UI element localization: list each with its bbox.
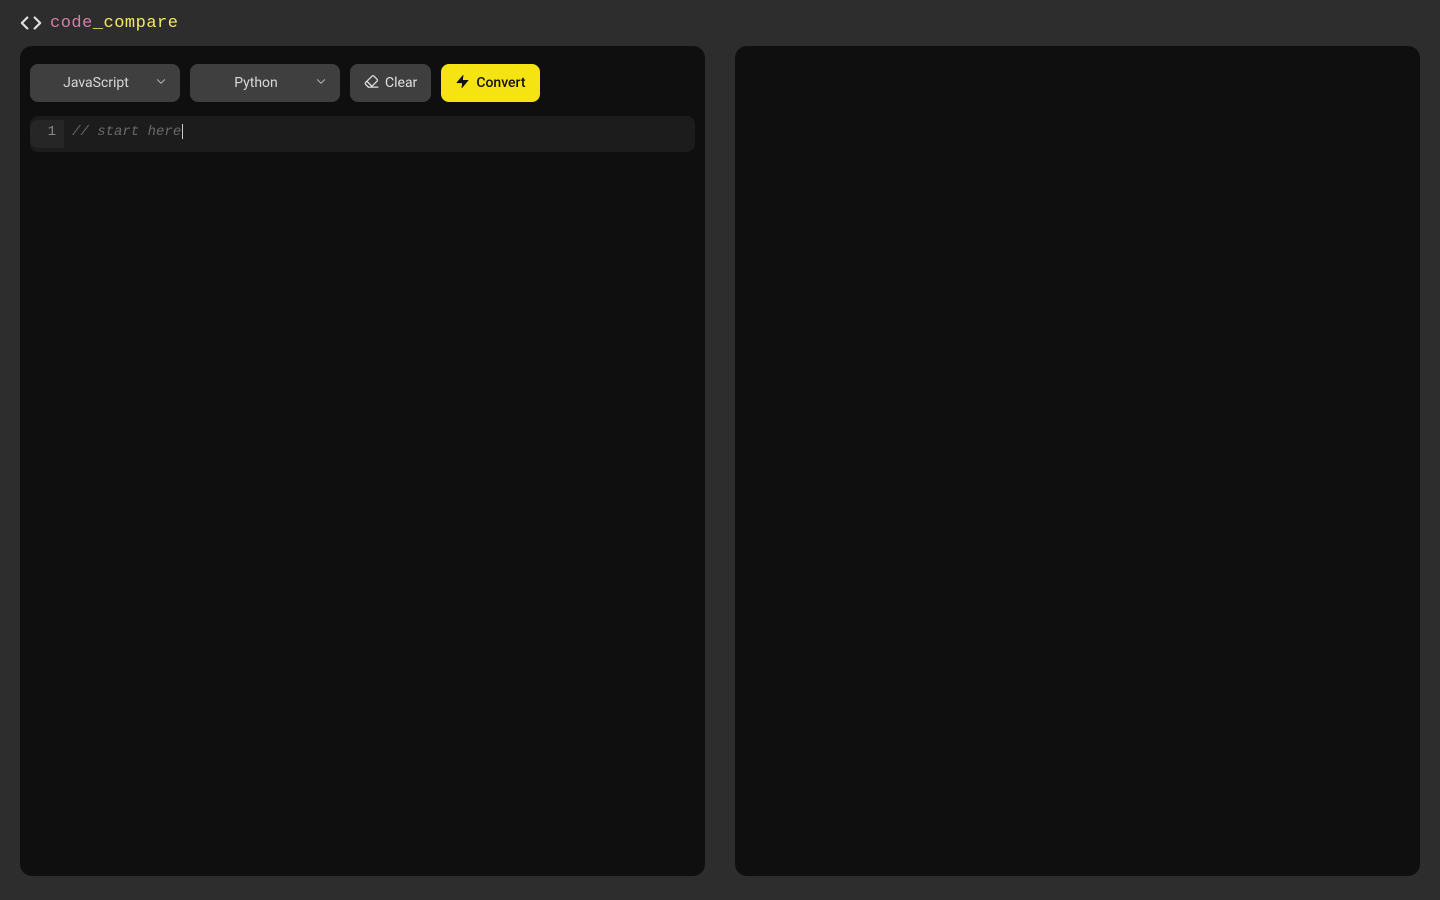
toolbar: JavaScript Python [30, 64, 695, 116]
output-panel [735, 46, 1420, 876]
app-title-part1: code [50, 14, 93, 33]
source-panel: JavaScript Python [20, 46, 705, 876]
main-content: JavaScript Python [0, 46, 1440, 896]
line-gutter: 1 [30, 120, 64, 148]
source-language-value: JavaScript [63, 75, 129, 91]
source-language-select[interactable]: JavaScript [30, 64, 180, 102]
code-input-area[interactable]: // start here [64, 120, 695, 148]
eraser-icon [364, 74, 379, 93]
line-number: 1 [30, 124, 56, 140]
app-title-underscore: _ [93, 14, 104, 33]
target-language-select[interactable]: Python [190, 64, 340, 102]
text-cursor [182, 124, 183, 139]
code-editor[interactable]: 1 // start here [30, 116, 695, 152]
code-brackets-icon [20, 12, 42, 34]
clear-button[interactable]: Clear [350, 64, 431, 102]
app-title-part2: compare [104, 14, 179, 33]
clear-button-label: Clear [385, 75, 417, 91]
editor-placeholder: // start here [72, 124, 181, 140]
target-language-value: Python [234, 75, 278, 91]
target-language-select-wrap: Python [190, 64, 340, 102]
app-header: code_compare [0, 0, 1440, 46]
convert-button[interactable]: Convert [441, 64, 539, 102]
source-language-select-wrap: JavaScript [30, 64, 180, 102]
convert-button-label: Convert [476, 75, 525, 91]
app-title: code_compare [50, 14, 178, 33]
lightning-icon [455, 74, 470, 93]
